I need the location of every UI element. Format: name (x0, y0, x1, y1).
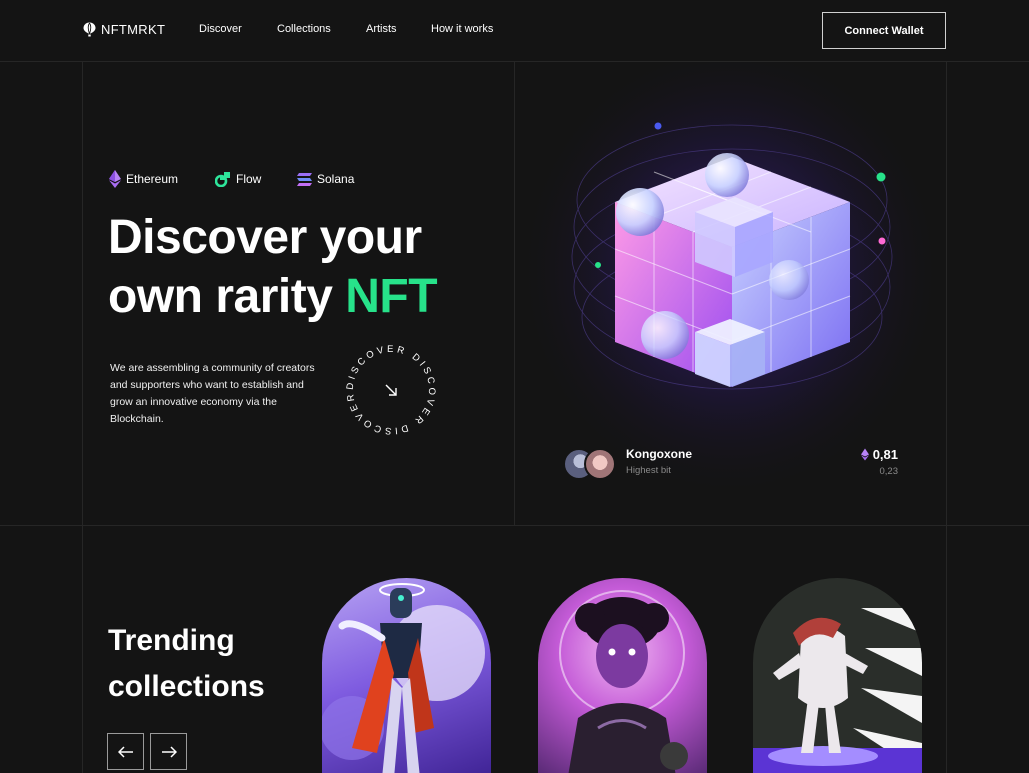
logo[interactable]: NFTMRKT (83, 22, 165, 37)
nav-artists[interactable]: Artists (366, 23, 431, 35)
nav-collections[interactable]: Collections (277, 23, 366, 35)
collection-card[interactable] (322, 578, 491, 773)
nav-discover[interactable]: Discover (199, 23, 277, 35)
bidder-avatars (563, 448, 617, 480)
nav-how-it-works[interactable]: How it works (431, 23, 493, 35)
collection-card[interactable] (538, 578, 707, 773)
chain-label: Flow (236, 172, 262, 186)
arrow-right-icon (161, 745, 177, 758)
main-nav: Discover Collections Artists How it work… (199, 23, 493, 35)
connect-wallet-button[interactable]: Connect Wallet (822, 12, 946, 49)
chain-flow[interactable]: Flow (215, 171, 297, 187)
next-button[interactable] (150, 733, 187, 770)
flow-icon (215, 172, 230, 187)
logo-text: NFTMRKT (101, 22, 166, 37)
hero-title-line1: Discover your (108, 211, 422, 264)
chain-label: Ethereum (126, 172, 179, 186)
balloon-icon (83, 22, 96, 37)
arrow-left-icon (117, 745, 133, 758)
hero-title-accent: NFT (345, 270, 438, 323)
arrow-down-right-icon (385, 384, 397, 396)
bid-price-secondary: 0,23 (879, 466, 899, 477)
chain-label: Solana (317, 172, 355, 186)
ethereum-icon (860, 448, 869, 461)
discover-badge[interactable]: DISCOVER DISCOVER DISCOVER (344, 343, 438, 437)
bid-label: Highest bit (626, 465, 671, 476)
trending-title-line1: Trending (108, 624, 235, 657)
hero-title-line2: own rarity (108, 270, 333, 323)
trending-title: Trending collections (108, 618, 265, 710)
top-header: NFTMRKT Discover Collections Artists How… (0, 0, 1029, 62)
trending-title-line2: collections (108, 670, 265, 703)
avatar (584, 448, 616, 480)
solana-icon (297, 172, 312, 186)
hero-title: Discover your own rarity NFT (108, 208, 438, 326)
hero-description: We are assembling a community of creator… (110, 362, 315, 425)
bid-price: 0,81 (860, 447, 898, 462)
bid-price-value: 0,81 (872, 447, 898, 462)
grid-line (946, 62, 947, 773)
collection-card[interactable] (753, 578, 922, 773)
chain-solana[interactable]: Solana (297, 172, 354, 186)
highest-bid[interactable]: Kongoxone Highest bit 0,81 0,23 (563, 446, 903, 482)
grid-line (0, 525, 1029, 526)
chain-ethereum[interactable]: Ethereum (109, 170, 215, 188)
bidder-name: Kongoxone (626, 447, 692, 461)
ethereum-icon (109, 170, 121, 188)
prev-button[interactable] (107, 733, 144, 770)
grid-line (82, 62, 83, 773)
chain-list: Ethereum Flow Solana (109, 170, 354, 188)
